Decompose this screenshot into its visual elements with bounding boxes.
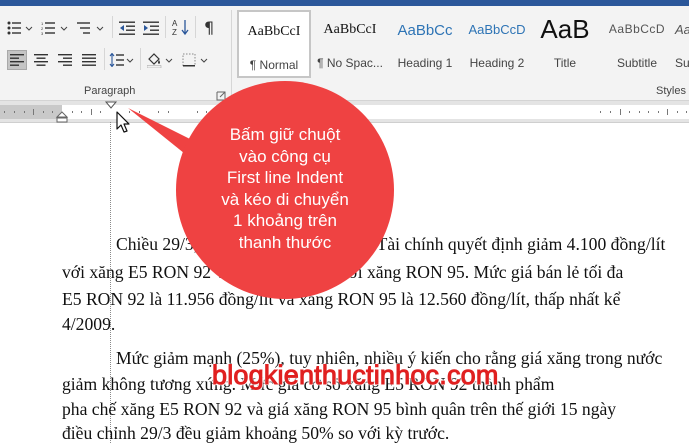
shading-icon[interactable] [146,50,176,70]
doc-line: điều chỉnh 29/3 đều giảm khoảng 50% so v… [62,423,450,443]
dialog-launcher-icon[interactable] [216,88,226,101]
style-preview: AaBbCcD [608,22,666,36]
align-right-icon[interactable] [55,50,75,70]
style-preview: AaBbCcI [323,22,377,37]
style-preview: AaBbCcD [468,22,526,37]
justify-icon[interactable] [79,50,99,70]
style-name: Heading 2 [469,56,525,70]
multilevel-list-icon[interactable] [76,18,108,38]
horizontal-ruler[interactable] [0,101,689,123]
separator [165,16,166,38]
hanging-indent-marker[interactable] [55,111,69,123]
style-name: ¶ No Spac... [317,56,383,70]
doc-line: E5 RON 92 là 11.956 đồng/lít và xăng RON… [62,289,621,309]
borders-icon[interactable] [181,50,211,70]
svg-text:Z: Z [172,28,177,36]
numbering-icon[interactable]: 123 [40,18,72,38]
style-heading-1[interactable]: AaBbCc Heading 1 [389,10,461,78]
style-title[interactable]: AaB Title [533,10,597,78]
style-name: Subtitle [616,56,658,70]
style-preview: AaBbCcI [247,24,301,39]
style-subtle-emphasis[interactable]: AaBbC Su [675,10,689,78]
align-left-icon[interactable] [7,50,27,70]
decrease-indent-icon[interactable] [117,18,137,38]
style-name: ¶ Normal [249,58,299,72]
mouse-pointer-icon [116,111,130,133]
style-no-spacing[interactable]: AaBbCcI ¶ No Spac... [313,10,387,78]
first-line-indent-marker[interactable] [104,101,118,111]
style-name: Heading 1 [397,56,453,70]
style-name: Title [553,56,577,70]
style-preview: AaB [540,14,590,44]
style-heading-2[interactable]: AaBbCcD Heading 2 [461,10,533,78]
watermark-text: blogkienthuctinhoc.com [212,360,499,391]
callout-line: Bấm giữ chuột [229,125,341,144]
svg-text:3: 3 [41,31,44,35]
doc-line: 4/2009. [62,314,116,334]
callout-text: Bấm giữ chuột vào công cụ First line Ind… [180,124,390,253]
doc-line: với xăng E5 RON 92 và 4.000 đồng/lít với… [62,262,624,282]
align-center-icon[interactable] [31,50,51,70]
style-subtitle[interactable]: AaBbCcD Subtitle [601,10,673,78]
callout-line: và kéo di chuyển [221,189,349,209]
style-name: Su [675,56,689,70]
separator [104,48,105,70]
style-normal[interactable]: AaBbCcI ¶ Normal [237,10,311,78]
increase-indent-icon[interactable] [141,18,161,38]
sort-icon[interactable]: AZ [171,17,191,37]
svg-text:A: A [172,19,178,28]
line-spacing-icon[interactable] [108,50,136,70]
paragraph-group-label: Paragraph [84,85,136,97]
styles-gallery: AaBbCcI ¶ Normal AaBbCcI ¶ No Spac... Aa… [237,10,689,78]
style-preview: AaBbCc [397,22,453,39]
callout-line: thanh thước [238,232,332,252]
separator [195,16,196,38]
separator [112,16,113,38]
doc-line: pha chế xăng E5 RON 92 và giá xăng RON 9… [62,399,617,419]
show-formatting-marks-icon[interactable]: ¶ [200,17,220,37]
svg-text:¶: ¶ [204,18,214,36]
ribbon: 123 AZ ¶ Paragraph AaBbCcI ¶ Normal AaBb… [0,6,689,101]
styles-group-label: Styles [656,85,686,97]
callout-line: First line Indent [226,168,344,187]
group-separator [231,10,232,96]
style-preview: AaBbC [675,22,689,37]
callout-line: vào công cụ [239,146,331,166]
callout-line: 1 khoảng trên [233,211,337,230]
separator [140,48,141,70]
bullets-icon[interactable] [6,18,36,38]
